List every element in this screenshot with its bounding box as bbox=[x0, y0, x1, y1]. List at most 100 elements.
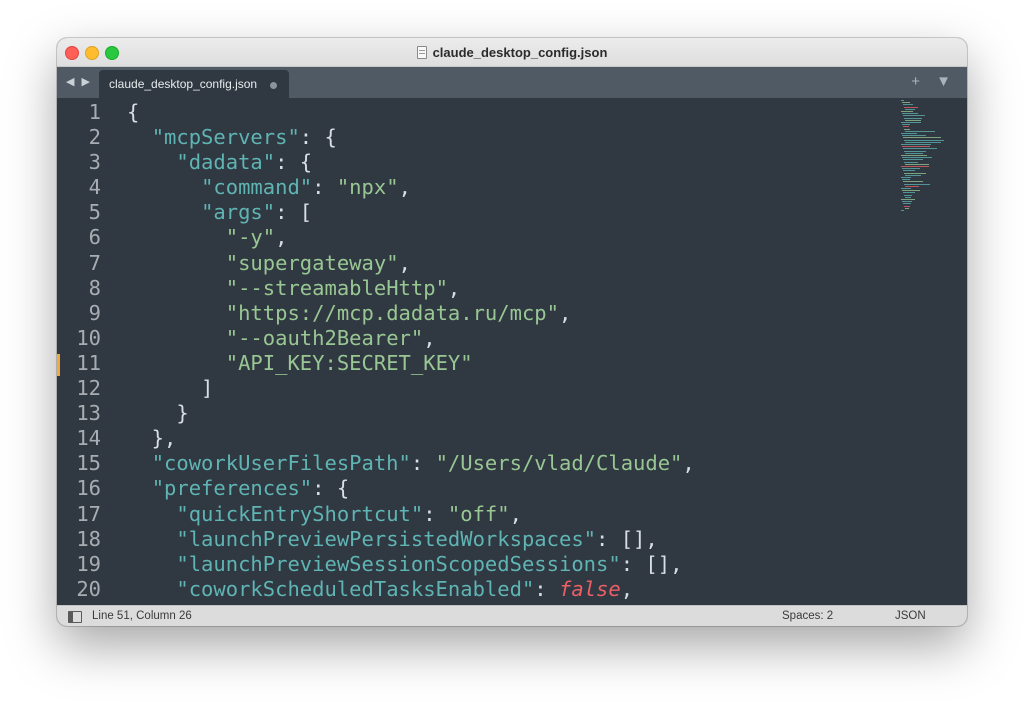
code-line[interactable]: 20 "coworkScheduledTasksEnabled": false, bbox=[57, 577, 633, 602]
minimap-line bbox=[905, 196, 911, 198]
line-number: 17 bbox=[76, 501, 101, 526]
code-line[interactable]: 18 "launchPreviewPersistedWorkspaces": [… bbox=[57, 527, 657, 552]
line-text: "coworkScheduledTasksEnabled": false, bbox=[127, 577, 633, 602]
code-token: : bbox=[410, 451, 436, 476]
code-line[interactable]: 7 "supergateway", bbox=[57, 251, 411, 276]
line-text: "launchPreviewSessionScopedSessions": []… bbox=[127, 552, 682, 577]
code-token: "API_KEY:SECRET_KEY" bbox=[225, 350, 473, 375]
line-number: 1 bbox=[88, 100, 101, 124]
code-line[interactable]: 13 } bbox=[57, 401, 188, 426]
line-number: 5 bbox=[88, 200, 101, 225]
code-token: , bbox=[559, 300, 572, 325]
code-line[interactable]: 12 ] bbox=[57, 376, 213, 401]
code-line[interactable]: 17 "quickEntryShortcut": "off", bbox=[57, 501, 522, 527]
minimap-line bbox=[902, 113, 918, 115]
sidebar-toggle-icon[interactable] bbox=[68, 611, 82, 623]
tab-bar: ◀ ▶ claude_desktop_config.json + ▼ bbox=[57, 67, 967, 98]
minimap-line bbox=[903, 181, 923, 183]
title-bar: claude_desktop_config.json bbox=[57, 38, 967, 67]
code-token: "/Users/vlad/Claude" bbox=[435, 451, 683, 476]
code-token: "launchPreviewPersistedWorkspaces" bbox=[176, 526, 597, 551]
minimap-line bbox=[901, 144, 931, 145]
code-token: : bbox=[312, 175, 337, 200]
code-line[interactable]: 5 "args": [ bbox=[57, 200, 313, 225]
line-text: } bbox=[127, 401, 188, 426]
indentation-setting[interactable]: Spaces: 2 bbox=[782, 610, 833, 622]
code-line[interactable]: 15 "coworkUserFilesPath": "/Users/vlad/C… bbox=[57, 451, 694, 476]
code-token: : bbox=[534, 576, 559, 601]
minimap-line bbox=[904, 106, 918, 108]
minimap-line bbox=[904, 139, 944, 141]
line-text: "coworkUserFilesPath": "/Users/vlad/Clau… bbox=[127, 451, 695, 476]
minimap-line bbox=[901, 188, 911, 189]
line-number: 12 bbox=[76, 376, 101, 401]
line-number: 14 bbox=[76, 426, 101, 451]
minimap-line bbox=[902, 157, 932, 159]
line-number: 8 bbox=[88, 275, 101, 300]
code-line[interactable]: 3 "dadata": { bbox=[57, 150, 313, 175]
line-text: "--streamableHttp", bbox=[127, 276, 461, 301]
minimap-line bbox=[904, 183, 930, 185]
code-line[interactable]: 6 "-y", bbox=[57, 225, 288, 250]
minimap-line bbox=[901, 199, 915, 200]
line-number: 4 bbox=[88, 175, 101, 200]
minimap-line bbox=[903, 115, 925, 117]
line-number: 9 bbox=[88, 300, 101, 325]
minimap[interactable] bbox=[899, 100, 959, 220]
code-line[interactable]: 11 "API_KEY:SECRET_KEY" bbox=[57, 350, 472, 376]
tab-nav-arrows-icon[interactable]: ◀ ▶ bbox=[66, 75, 92, 88]
minimap-line bbox=[903, 170, 915, 172]
code-line[interactable]: 1{ bbox=[57, 100, 140, 125]
minimap-line bbox=[901, 166, 929, 167]
status-bar: Line 51, Column 26 Spaces: 2 JSON bbox=[57, 605, 967, 626]
code-line[interactable]: 8 "--streamableHttp", bbox=[57, 275, 461, 301]
code-line[interactable]: 19 "launchPreviewSessionScopedSessions":… bbox=[57, 551, 682, 577]
minimap-line bbox=[902, 135, 926, 137]
code-token: "https://mcp.dadata.ru/mcp" bbox=[225, 300, 559, 325]
minimap-line bbox=[901, 177, 911, 178]
line-number: 11 bbox=[76, 350, 101, 375]
minimap-line bbox=[902, 179, 910, 181]
code-token: "npx" bbox=[336, 175, 399, 200]
syntax-selector[interactable]: JSON bbox=[895, 610, 926, 622]
code-line[interactable]: 10 "--oauth2Bearer", bbox=[57, 325, 435, 351]
minimap-line bbox=[901, 133, 917, 134]
minimap-line bbox=[902, 102, 910, 104]
line-text: "API_KEY:SECRET_KEY" bbox=[127, 351, 473, 376]
code-token: "mcpServers" bbox=[151, 125, 300, 150]
line-text: }, bbox=[127, 426, 177, 451]
code-line[interactable]: 2 "mcpServers": { bbox=[57, 125, 337, 150]
cursor-position[interactable]: Line 51, Column 26 bbox=[92, 610, 192, 622]
tab-claude-desktop-config[interactable]: claude_desktop_config.json bbox=[99, 70, 289, 98]
code-token: "launchPreviewSessionScopedSessions" bbox=[176, 551, 621, 576]
minimap-line bbox=[905, 174, 921, 176]
code-token: : [], bbox=[596, 526, 658, 551]
code-token: , bbox=[275, 225, 288, 250]
code-lines[interactable]: 1{2 "mcpServers": {3 "dadata": {4 "comma… bbox=[57, 100, 694, 602]
minimap-line bbox=[905, 130, 935, 132]
code-line[interactable]: 4 "command": "npx", bbox=[57, 175, 411, 200]
minimap-line bbox=[904, 117, 922, 119]
unsaved-dot-icon[interactable] bbox=[270, 82, 277, 89]
minimap-line bbox=[902, 124, 910, 126]
new-tab-menu-icon[interactable]: + ▼ bbox=[911, 73, 957, 90]
code-editor[interactable]: 1{2 "mcpServers": {3 "dadata": {4 "comma… bbox=[57, 98, 967, 605]
minimap-line bbox=[901, 210, 904, 211]
minimap-line bbox=[903, 104, 913, 106]
code-line[interactable]: 16 "preferences": { bbox=[57, 476, 349, 501]
minimap-line bbox=[904, 172, 926, 174]
code-line[interactable]: 9 "https://mcp.dadata.ru/mcp", bbox=[57, 300, 572, 326]
code-line[interactable]: 14 }, bbox=[57, 426, 176, 451]
line-number: 10 bbox=[76, 325, 101, 350]
line-number: 19 bbox=[76, 551, 101, 576]
